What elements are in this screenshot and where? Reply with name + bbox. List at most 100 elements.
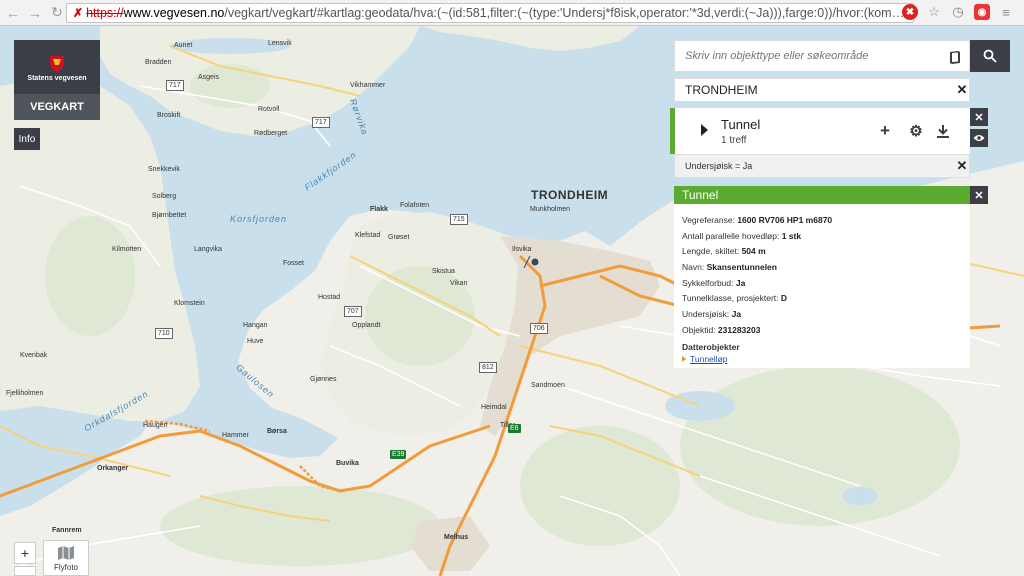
european-road-shield: E39: [390, 450, 407, 459]
map-layers-icon: [58, 546, 74, 560]
detail-row: Navn: Skansentunnelen: [682, 260, 962, 276]
close-icon[interactable]: ✕: [955, 82, 969, 97]
detail-value: Ja: [735, 277, 746, 288]
detail-label: Vegreferanse:: [682, 215, 735, 225]
eye-icon: [973, 135, 985, 141]
detail-label: Objektid:: [682, 324, 716, 335]
zoom-in-button[interactable]: +: [14, 542, 36, 564]
map-place-label: Kilmotten: [112, 246, 142, 253]
map-place-label: Snekkevik: [148, 166, 180, 173]
map-place-label: Kvenbak: [20, 352, 48, 359]
menu-icon[interactable]: ≡: [998, 4, 1014, 20]
map-place-label: Rødberget: [254, 130, 288, 137]
road-shield: 717: [166, 80, 184, 91]
gear-icon[interactable]: ⚙: [907, 122, 925, 140]
block-extension-icon[interactable]: ✖: [902, 4, 918, 20]
detail-row: Objektid: 231283203: [682, 323, 962, 339]
back-icon[interactable]: ←: [4, 4, 22, 22]
map-place-label: Fjelliholmen: [6, 390, 44, 397]
map-type-label: Flyfoto: [53, 563, 78, 572]
zoom-out-button[interactable]: [14, 566, 36, 576]
map-place-label: Vikhammer: [350, 82, 386, 89]
adblock-icon[interactable]: ◉: [974, 4, 990, 20]
layer-count: 1 treff: [721, 135, 747, 146]
map-place-label: Buvika: [336, 460, 359, 467]
detail-label: Sykkelforbud:: [682, 277, 734, 288]
detail-label: Antall parallelle hovedløp:: [682, 230, 780, 241]
visibility-button[interactable]: [970, 129, 988, 147]
detail-close-button[interactable]: ✕: [970, 186, 988, 204]
url-host: www.vegvesen.no: [123, 6, 225, 20]
search-box: [674, 40, 970, 72]
map-city-label: TRONDHEIM: [531, 188, 609, 202]
map-place-label: Hammer: [222, 432, 249, 439]
expand-icon[interactable]: [682, 355, 686, 362]
map-place-label: Grøset: [388, 234, 410, 241]
app-title[interactable]: VEGKART: [14, 94, 100, 120]
map-place-label: Lensvik: [268, 40, 292, 47]
object-detail-title: Tunnel: [674, 186, 970, 204]
map-place-label: Børsa: [267, 428, 287, 435]
detail-label: Lengde, skiltet:: [682, 246, 740, 257]
url-scheme: https://: [86, 6, 124, 20]
child-object-item: Tunnelløp: [682, 353, 962, 365]
download-icon[interactable]: [934, 122, 952, 140]
map-water-label: Korsfjorden: [230, 214, 288, 224]
bookmark-star-icon[interactable]: ☆: [926, 4, 942, 20]
map-place-label: Opplandt: [352, 322, 381, 329]
forward-icon[interactable]: →: [26, 4, 44, 22]
plus-icon[interactable]: +: [876, 121, 894, 140]
filter-text: Undersjøisk = Ja: [685, 161, 753, 171]
detail-label: Undersjøisk:: [682, 309, 730, 320]
close-icon[interactable]: ✕: [955, 158, 969, 173]
layer-filter: Undersjøisk = Ja: [674, 154, 970, 178]
history-clock-icon[interactable]: ◷: [950, 4, 966, 20]
map-place-label: Heimdal: [481, 404, 507, 411]
map-place-label: Orkanger: [97, 465, 129, 472]
road-shield: 706: [530, 323, 548, 334]
expand-icon[interactable]: [701, 124, 708, 136]
detail-row: Antall parallelle hovedløp: 1 stk: [682, 229, 962, 245]
map-place-label: Hostad: [318, 294, 341, 301]
map-type-toggle[interactable]: Flyfoto: [43, 540, 89, 576]
road-shield: 717: [312, 117, 330, 128]
area-filter: TRONDHEIM: [674, 78, 970, 102]
detail-value: Skansentunnelen: [706, 262, 777, 273]
map-place-label: Folafoten: [400, 202, 430, 209]
layer-item-tunnel[interactable]: Tunnel 1 treff + ⚙: [670, 108, 970, 154]
info-button[interactable]: Info: [14, 128, 40, 150]
detail-value: 1 stk: [781, 230, 802, 241]
map-place-label: Melhus: [444, 534, 469, 541]
road-shield: 707: [344, 306, 362, 317]
statens-vegvesen-logo[interactable]: Statens vegvesen: [14, 40, 100, 94]
search-button[interactable]: [970, 40, 1010, 72]
map-place-label: Solberg: [152, 193, 177, 200]
map-place-label: Aunet: [174, 42, 193, 49]
map-place-label: Flakk: [370, 206, 388, 213]
logo-name: Statens vegvesen: [27, 74, 87, 82]
area-filter-label: TRONDHEIM: [685, 83, 758, 97]
insecure-icon: ✗: [73, 6, 84, 20]
map-place-label: Fannrem: [52, 527, 82, 534]
map-place-label: Skistua: [432, 268, 455, 275]
map-place-label: Munkholmen: [530, 206, 571, 213]
reload-icon[interactable]: ↻: [48, 4, 66, 22]
map-place-label: Rotvoll: [258, 106, 280, 113]
european-road-shield: E6: [508, 424, 521, 433]
detail-value: Ja: [731, 309, 742, 320]
crest-icon: [50, 55, 64, 72]
road-shield: 812: [479, 362, 497, 373]
detail-row: Lengde, skiltet: 504 m: [682, 244, 962, 260]
map-place-label: Huve: [247, 338, 264, 345]
detail-row: Undersjøisk: Ja: [682, 307, 962, 323]
detail-row: Sykkelforbud: Ja: [682, 276, 962, 292]
object-detail-panel: Vegreferanse: 1600 RV706 HP1 m6870 Antal…: [674, 204, 970, 368]
search-input[interactable]: [685, 50, 935, 62]
map-place-label: Sandmoen: [531, 382, 565, 389]
address-bar[interactable]: ✗ https:// www.vegvesen.no /vegkart/vegk…: [66, 3, 914, 23]
road-shield: 715: [450, 214, 468, 225]
book-icon[interactable]: [947, 49, 963, 65]
layer-close-button[interactable]: ✕: [970, 108, 988, 126]
child-object-link[interactable]: Tunnelløp: [690, 354, 727, 364]
layer-name: Tunnel: [721, 117, 761, 132]
